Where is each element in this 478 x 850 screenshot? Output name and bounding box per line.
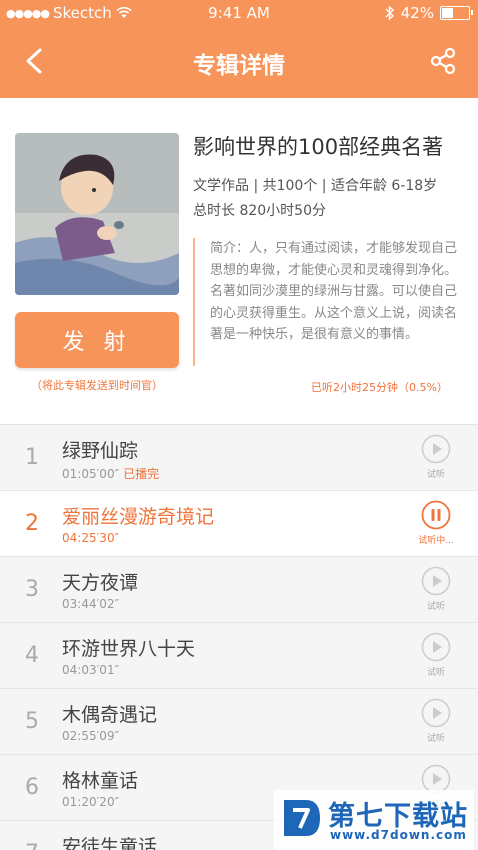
bluetooth-icon — [385, 5, 394, 21]
preview-label: 试听 — [426, 470, 445, 480]
album-duration: 总时长 820小时50分 — [193, 203, 326, 219]
album-meta: 文学作品 | 共100个 | 适合年龄 6-18岁 — [193, 178, 438, 194]
album-cover[interactable] — [15, 133, 179, 295]
track-duration-row: 01:05′00″ 已播完 — [62, 465, 159, 482]
listened-progress: 已听2小时25分钟（0.5%） — [311, 381, 448, 394]
track-duration-row: 04:03′01″ — [62, 663, 119, 677]
site-watermark: 第七下载站 www.d7down.com — [274, 790, 474, 850]
play-icon — [421, 566, 451, 596]
share-icon — [430, 47, 456, 75]
status-bar: ●●●●● Skectch 9:41 AM 42% — [0, 0, 478, 26]
track-duration: 03:44′02″ — [62, 597, 120, 611]
track-number: 2 — [25, 511, 39, 536]
track-row[interactable]: 1 绿野仙踪 01:05′00″ 已播完 试听 — [0, 425, 478, 491]
track-number: 5 — [25, 709, 39, 734]
track-duration-row: 03:44′02″ — [62, 597, 119, 611]
track-name: 格林童话 — [62, 770, 139, 792]
track-name: 天方夜谭 — [62, 572, 139, 594]
album-info: 发 射 （将此专辑发送到时间官） 影响世界的100部经典名著 文学作品 | 共1… — [0, 98, 478, 424]
preview-button[interactable]: 试听 — [418, 698, 454, 748]
track-duration: 01:20′20″ — [62, 795, 120, 809]
preview-button[interactable]: 试听 — [418, 566, 454, 616]
battery-percent: 42% — [400, 4, 434, 22]
preview-button[interactable]: 试听 — [418, 632, 454, 682]
play-icon — [421, 698, 451, 728]
track-duration: 04:25′30″ — [62, 531, 120, 545]
track-number: 7 — [22, 841, 42, 850]
track-status: 已播完 — [123, 467, 160, 481]
track-name: 安徒生童话 — [62, 836, 158, 850]
track-duration-row: 02:55′09″ — [62, 729, 119, 743]
play-icon — [421, 632, 451, 662]
fire-hint: （将此专辑发送到时间官） — [31, 379, 163, 392]
preview-label: 试听 — [426, 668, 445, 678]
watermark-url: www.d7down.com — [330, 828, 467, 842]
track-row[interactable]: 2 爱丽丝漫游奇境记 04:25′30″ 试听中... — [0, 491, 478, 557]
album-title: 影响世界的100部经典名著 — [193, 135, 444, 159]
track-row[interactable]: 4 环游世界八十天 04:03′01″ 试听 — [0, 623, 478, 689]
track-duration-row: 01:20′20″ — [62, 795, 119, 809]
fire-button[interactable]: 发 射 — [15, 312, 179, 368]
track-row[interactable]: 5 木偶奇遇记 02:55′09″ 试听 — [0, 689, 478, 755]
cover-illustration — [15, 133, 179, 295]
preview-label: 试听 — [426, 734, 445, 744]
track-number: 6 — [25, 775, 39, 800]
track-name: 环游世界八十天 — [62, 638, 196, 660]
preview-label: 试听中... — [418, 536, 454, 546]
track-duration: 04:03′01″ — [62, 663, 120, 677]
play-icon — [421, 434, 451, 464]
pause-icon — [421, 500, 451, 530]
preview-button[interactable]: 试听 — [418, 434, 454, 484]
track-duration: 01:05′00″ — [62, 467, 120, 481]
track-duration-row: 04:25′30″ — [62, 531, 119, 545]
nav-bar: 专辑详情 — [0, 26, 478, 98]
track-name: 爱丽丝漫游奇境记 — [62, 506, 215, 528]
track-row[interactable]: 3 天方夜谭 03:44′02″ 试听 — [0, 557, 478, 623]
preview-label: 试听 — [426, 602, 445, 612]
share-button[interactable] — [426, 44, 460, 78]
track-name: 绿野仙踪 — [62, 440, 139, 462]
d7-logo-icon — [284, 800, 320, 836]
pause-button[interactable]: 试听中... — [414, 500, 458, 550]
track-name: 木偶奇遇记 — [62, 704, 158, 726]
album-intro: 简介：人，只有通过阅读，才能够发现自己思想的卑微，才能使心灵和灵魂得到净化。名著… — [193, 238, 457, 366]
track-number: 1 — [25, 445, 39, 470]
battery-icon — [440, 6, 473, 20]
track-number: 4 — [25, 643, 39, 668]
track-list: 1 绿野仙踪 01:05′00″ 已播完 试听 2 爱丽丝漫游奇境记 04:25′… — [0, 424, 478, 850]
track-duration: 02:55′09″ — [62, 729, 120, 743]
track-number: 3 — [25, 577, 39, 602]
page-title: 专辑详情 — [193, 53, 285, 79]
